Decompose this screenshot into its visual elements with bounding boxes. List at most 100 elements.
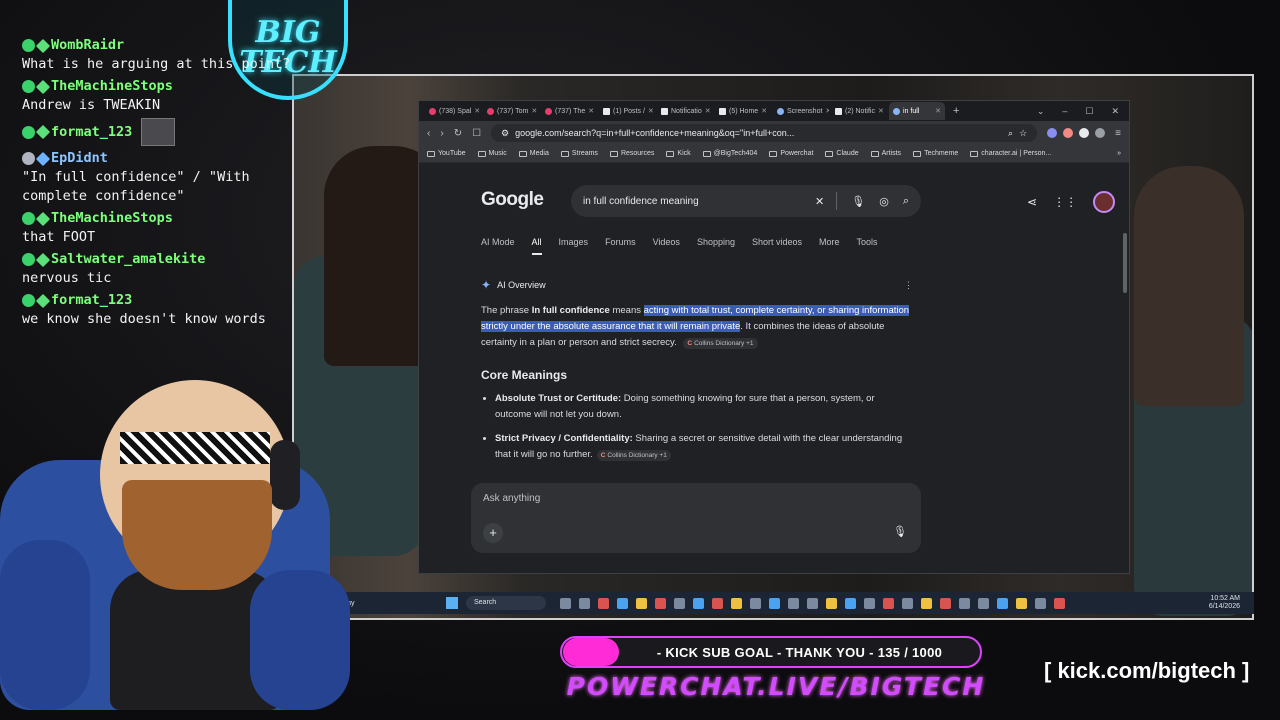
google-logo[interactable]: Google xyxy=(481,189,544,211)
taskbar-search[interactable]: Search xyxy=(466,596,546,610)
chat-username[interactable]: format_123 xyxy=(51,291,132,310)
bookmark-item[interactable]: YouTube xyxy=(427,150,466,157)
more-options-icon[interactable]: ⋮ xyxy=(904,277,913,293)
app-icon[interactable] xyxy=(807,597,818,609)
app-icon[interactable] xyxy=(845,597,856,609)
maximize-button[interactable]: ☐ xyxy=(1085,106,1093,117)
tab-short-videos[interactable]: Short videos xyxy=(752,237,802,255)
close-window-button[interactable]: ✕ xyxy=(1111,106,1119,117)
tab-all[interactable]: All xyxy=(531,237,542,255)
extension-icon[interactable] xyxy=(1063,128,1074,138)
new-tab-button[interactable]: + xyxy=(947,105,965,117)
close-tab-icon[interactable]: ✕ xyxy=(761,107,767,115)
app-icon[interactable] xyxy=(1035,597,1046,609)
browser-tab[interactable]: (737) The ✕ xyxy=(541,102,597,120)
app-icon[interactable] xyxy=(788,597,799,609)
app-icon[interactable] xyxy=(731,597,742,609)
star-icon[interactable]: ☆ xyxy=(1019,128,1027,139)
app-icon[interactable] xyxy=(674,597,685,609)
scrollbar[interactable] xyxy=(1123,233,1127,293)
close-tab-icon[interactable]: ✕ xyxy=(705,107,711,115)
chat-username[interactable]: TheMachineStops xyxy=(51,209,173,228)
app-icon[interactable] xyxy=(883,597,894,609)
browser-tab[interactable]: Screenshot✕ xyxy=(773,102,829,120)
bookmark-item[interactable]: Powerchat xyxy=(769,150,813,157)
clock[interactable]: 10:52 AM 6/14/2026 xyxy=(1209,595,1240,611)
close-tab-icon[interactable]: ✕ xyxy=(474,107,480,115)
bookmark-item[interactable]: Media xyxy=(518,150,549,157)
app-icon[interactable] xyxy=(978,597,989,609)
mic-icon[interactable]: 🎙 xyxy=(893,525,907,538)
app-icon[interactable] xyxy=(655,597,666,609)
zoom-icon[interactable]: ⌕ xyxy=(1008,128,1013,139)
tab-more[interactable]: More xyxy=(819,237,840,255)
app-icon[interactable] xyxy=(826,597,837,609)
app-icon[interactable] xyxy=(864,597,875,609)
app-icon[interactable] xyxy=(636,597,647,609)
tab-ai-mode[interactable]: AI Mode xyxy=(481,237,515,255)
extension-icon[interactable] xyxy=(1079,128,1090,138)
source-chip[interactable]: C Collins Dictionary +1 xyxy=(683,338,758,349)
share-icon[interactable]: ⋖ xyxy=(1027,195,1037,209)
menu-icon[interactable]: ≡ xyxy=(1115,128,1121,139)
close-tab-icon[interactable]: ✕ xyxy=(588,107,594,115)
app-icon[interactable] xyxy=(598,597,609,609)
browser-tab[interactable]: (1) Posts / ✕ xyxy=(599,102,655,120)
lens-icon[interactable]: ◎ xyxy=(879,195,889,208)
close-tab-icon[interactable]: ✕ xyxy=(825,107,829,115)
tab-tools[interactable]: Tools xyxy=(857,237,878,255)
app-icon[interactable] xyxy=(959,597,970,609)
add-icon[interactable]: + xyxy=(483,523,503,543)
chat-username[interactable]: Saltwater_amalekite xyxy=(51,250,205,269)
apps-grid-icon[interactable]: ⋮⋮ xyxy=(1053,195,1077,209)
browser-tab[interactable]: in full ✕ xyxy=(889,102,945,120)
app-icon[interactable] xyxy=(579,597,590,609)
chat-username[interactable]: TheMachineStops xyxy=(51,77,173,96)
bookmark-page-icon[interactable]: ☐ xyxy=(472,128,481,139)
extension-icon[interactable] xyxy=(1047,128,1058,138)
chat-username[interactable]: format_123 xyxy=(51,123,132,142)
app-icon[interactable] xyxy=(693,597,704,609)
bookmark-item[interactable]: Kick xyxy=(666,150,691,157)
search-input[interactable]: in full confidence meaning ✕ 🎙 ◎ ⌕ xyxy=(571,185,921,217)
browser-tab[interactable]: (737) Tom ✕ xyxy=(483,102,539,120)
bookmark-item[interactable]: Techmeme xyxy=(913,150,958,157)
tab-images[interactable]: Images xyxy=(559,237,589,255)
forward-icon[interactable]: › xyxy=(440,128,443,139)
bookmark-item[interactable]: Resources xyxy=(609,150,654,157)
chat-username[interactable]: EpDidnt xyxy=(51,149,108,168)
ask-anything-input[interactable]: Ask anything + 🎙 xyxy=(471,483,921,553)
back-icon[interactable]: ‹ xyxy=(427,128,430,139)
tab-videos[interactable]: Videos xyxy=(653,237,680,255)
app-icon[interactable] xyxy=(940,597,951,609)
browser-tab[interactable]: Notificatio ✕ xyxy=(657,102,713,120)
more-bookmarks-icon[interactable]: » xyxy=(1117,150,1121,157)
clear-icon[interactable]: ✕ xyxy=(815,195,824,208)
tab-shopping[interactable]: Shopping xyxy=(697,237,735,255)
app-icon[interactable] xyxy=(712,597,723,609)
app-icon[interactable] xyxy=(750,597,761,609)
app-icon[interactable] xyxy=(902,597,913,609)
close-tab-icon[interactable]: ✕ xyxy=(648,107,654,115)
site-info-icon[interactable]: ⚙ xyxy=(501,128,509,139)
address-bar[interactable]: ⚙ google.com/search?q=in+full+confidence… xyxy=(491,124,1038,142)
extension-icon[interactable] xyxy=(1095,128,1106,138)
bookmark-item[interactable]: Claude xyxy=(825,150,859,157)
close-tab-icon[interactable]: ✕ xyxy=(878,107,884,115)
app-icon[interactable] xyxy=(997,597,1008,609)
bookmark-item[interactable]: Artists xyxy=(870,150,901,157)
close-tab-icon[interactable]: ✕ xyxy=(531,107,537,115)
bookmark-item[interactable]: Streams xyxy=(560,150,598,157)
browser-tab[interactable]: (738) Spal ✕ xyxy=(425,102,481,120)
source-chip[interactable]: C Collins Dictionary +1 xyxy=(596,450,671,461)
search-icon[interactable]: ⌕ xyxy=(903,195,909,208)
tab-forums[interactable]: Forums xyxy=(605,237,636,255)
tab-search-icon[interactable]: ⌄ xyxy=(1037,106,1045,117)
reload-icon[interactable]: ↻ xyxy=(454,128,462,139)
chat-username[interactable]: WombRaidr xyxy=(51,36,124,55)
app-icon[interactable] xyxy=(560,597,571,609)
start-icon[interactable] xyxy=(446,597,458,609)
bookmark-item[interactable]: character.ai | Person... xyxy=(970,150,1051,157)
bookmark-item[interactable]: Music xyxy=(477,150,507,157)
browser-tab[interactable]: (5) Home ✕ xyxy=(715,102,771,120)
